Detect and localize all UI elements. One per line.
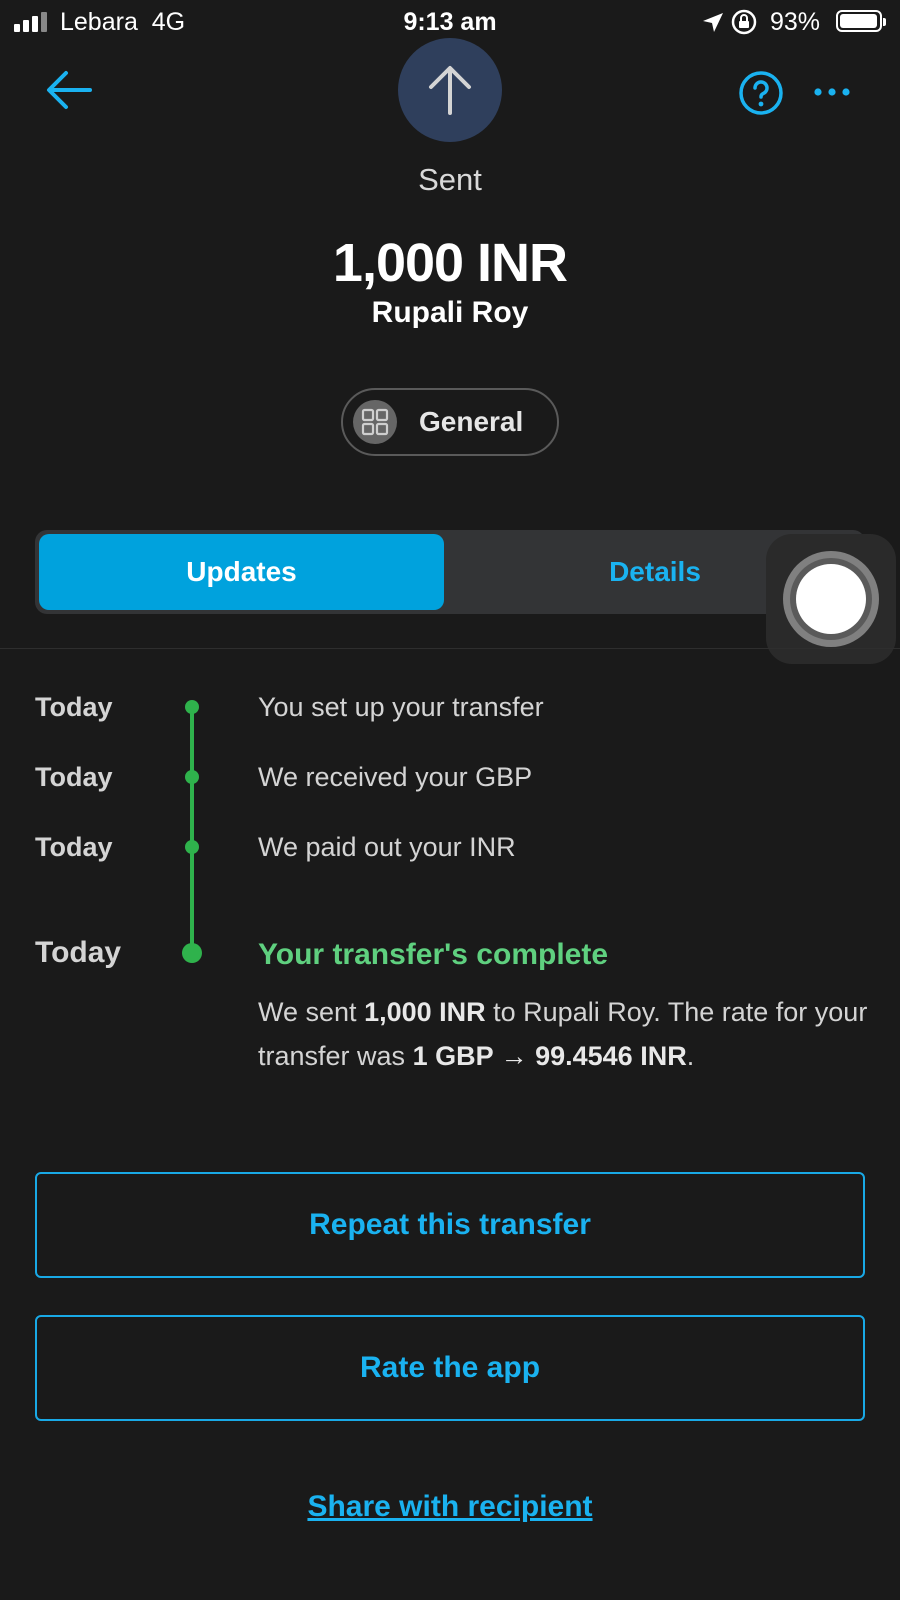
timeline-dot xyxy=(185,840,199,854)
timeline-date: Today xyxy=(35,832,113,862)
location-icon xyxy=(703,13,723,32)
transfer-type-avatar xyxy=(398,38,502,142)
timeline-line xyxy=(190,706,194,952)
transfer-status: Sent xyxy=(418,162,482,197)
share-with-recipient-link[interactable]: Share with recipient xyxy=(0,1490,900,1524)
clock: 9:13 am xyxy=(403,8,497,36)
rate-app-button[interactable]: Rate the app xyxy=(35,1315,865,1421)
repeat-transfer-button[interactable]: Repeat this transfer xyxy=(35,1172,865,1278)
grid-icon xyxy=(353,400,397,444)
timeline-date: Today xyxy=(35,692,113,722)
rotation-lock-icon xyxy=(731,9,757,35)
arrow-up-icon xyxy=(429,66,471,115)
transfer-amount: 1,000 INR xyxy=(332,233,568,293)
timeline-dot xyxy=(185,700,199,714)
timeline-date: Today xyxy=(35,936,122,969)
timeline-dot xyxy=(185,770,199,784)
recipient-name: Rupali Roy xyxy=(371,296,529,329)
timeline-date: Today xyxy=(35,762,113,792)
timeline-dot xyxy=(182,943,202,963)
category-label: General xyxy=(419,406,524,437)
divider xyxy=(0,648,900,649)
battery-percent: 93% xyxy=(770,8,821,36)
assistive-touch-button[interactable] xyxy=(766,534,896,664)
category-chip[interactable]: General xyxy=(341,388,559,456)
tab-bar: Updates Details xyxy=(35,530,865,614)
more-options-icon[interactable] xyxy=(810,82,854,102)
help-icon[interactable] xyxy=(738,70,784,116)
timeline-step-text: We paid out your INR xyxy=(258,832,516,862)
battery-icon xyxy=(836,10,886,32)
tab-updates[interactable]: Updates xyxy=(39,534,444,610)
back-arrow-icon[interactable] xyxy=(44,68,94,112)
transfer-complete-title: Your transfer's complete xyxy=(258,938,609,971)
transfer-complete-description: We sent 1,000 INR to Rupali Roy. The rat… xyxy=(258,997,868,1071)
timeline-step-text: We received your GBP xyxy=(258,762,533,792)
timeline-step-text: You set up your transfer xyxy=(258,692,544,722)
